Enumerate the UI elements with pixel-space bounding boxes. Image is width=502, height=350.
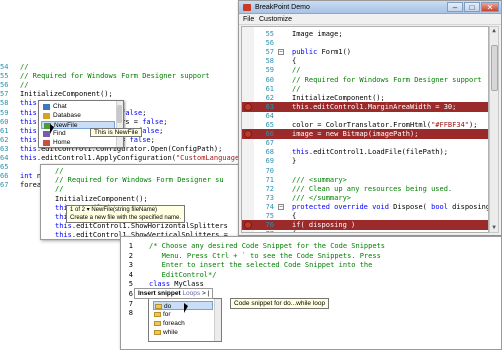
snippet-item-label: do <box>164 303 172 310</box>
code-line[interactable]: 77 { <box>242 229 488 232</box>
mouse-cursor-icon <box>184 303 188 313</box>
breakpoint-icon[interactable] <box>244 221 252 230</box>
line-number: 1 <box>128 242 133 250</box>
completion-scrollbar-thumb[interactable] <box>117 105 122 123</box>
member-icon <box>43 104 50 110</box>
line-number: 5 <box>128 280 133 289</box>
snippet-icon <box>154 330 161 335</box>
breakpoint-icon[interactable] <box>244 102 252 111</box>
line-number: 77 <box>256 229 274 232</box>
code-text: { <box>292 229 296 232</box>
snippet-item[interactable]: do <box>153 301 213 310</box>
app-icon <box>243 4 251 11</box>
maximize-button[interactable]: □ <box>464 2 480 12</box>
snippet-icon <box>154 321 161 326</box>
line-number: 2 <box>128 251 133 260</box>
menu-file[interactable]: File <box>243 14 254 25</box>
completion-item-label: Chat <box>53 103 67 110</box>
line-number: 67 <box>0 181 9 190</box>
collapse-icon[interactable]: − <box>278 203 284 210</box>
scrollbar-thumb[interactable] <box>491 45 498 91</box>
member-icon <box>43 113 50 119</box>
minimize-button[interactable]: – <box>447 2 463 12</box>
snippet-category[interactable]: Loops <box>182 290 200 297</box>
editor-panel-parameter-info[interactable]: //// Required for Windows Form Designer … <box>40 164 240 240</box>
overload-description: Create a new file with the specified nam… <box>70 215 182 221</box>
code-line[interactable]: 1 /* Choose any desired Code Snippet for … <box>121 241 501 251</box>
snippet-icon <box>155 304 162 309</box>
menu-bar: File Customize <box>239 14 501 25</box>
completion-item-label: Database <box>53 112 81 119</box>
mouse-cursor-icon <box>50 124 54 134</box>
scroll-up-icon[interactable]: ▲ <box>490 27 498 35</box>
line-number: 6 <box>128 290 133 298</box>
snippet-separator: > | <box>201 290 210 297</box>
code-text: EditControl*/ <box>149 270 217 279</box>
completion-item[interactable]: Database <box>41 112 115 120</box>
completion-tooltip: This is NewFile <box>90 128 143 137</box>
member-icon <box>43 131 50 137</box>
code-text: /* Choose any desired Code Snippet for t… <box>149 242 386 250</box>
vertical-scrollbar[interactable]: ▲ ▼ <box>489 26 499 233</box>
completion-scrollbar[interactable] <box>116 101 123 147</box>
line-number: 4 <box>128 270 133 279</box>
member-icon <box>43 140 50 146</box>
code-line[interactable]: 2 Menu. Press Ctrl + ` to see the Code S… <box>121 251 501 261</box>
snippet-item-label: for <box>163 311 171 318</box>
code-text: Menu. Press Ctrl + ` to see the Code Sni… <box>149 251 381 260</box>
snippet-item[interactable]: for <box>153 310 171 319</box>
completion-item-label: Home <box>53 139 71 146</box>
title-bar[interactable]: BreakPoint Demo – □ ✕ <box>239 1 501 14</box>
menu-customize[interactable]: Customize <box>259 14 292 25</box>
completion-item-label: NewFile <box>54 122 78 129</box>
snippet-item[interactable]: while <box>153 328 178 337</box>
line-number: 8 <box>128 309 133 318</box>
snippet-item[interactable]: foreach <box>153 319 185 328</box>
code-line[interactable]: 3 Enter to insert the selected Code Snip… <box>121 260 501 270</box>
code-text: forea <box>20 181 42 190</box>
snippet-icon <box>154 312 161 317</box>
code-text: Enter to insert the selected Code Snippe… <box>149 261 373 270</box>
collapse-icon[interactable]: − <box>278 49 284 56</box>
snippet-item-label: foreach <box>163 320 185 327</box>
insert-snippet-label: Insert snippet <box>138 290 181 297</box>
breakpoint-demo-window: BreakPoint Demo – □ ✕ File Customize 55 I… <box>238 0 502 236</box>
line-number: 7 <box>128 299 133 308</box>
window-title: BreakPoint Demo <box>255 4 310 11</box>
scroll-down-icon[interactable]: ▼ <box>490 224 498 232</box>
completion-item[interactable]: Chat <box>41 103 115 111</box>
completion-item-label: Find <box>53 130 66 137</box>
snippet-scrollbar[interactable] <box>214 299 221 341</box>
insert-snippet-header: Insert snippet Loops > | <box>134 288 214 299</box>
snippet-tooltip: Code snippet for do...while loop <box>230 298 330 309</box>
breakpoint-icon[interactable] <box>244 130 252 139</box>
close-button[interactable]: ✕ <box>481 2 499 12</box>
breakpoint-editor[interactable]: 55 Image image; 56 57 public Form1() −58{59//… <box>241 26 489 233</box>
overload-signature: 1 of 2 ▾ NewFile(string fileName) <box>70 207 158 213</box>
code-line[interactable]: 4 EditControl*/ <box>121 270 501 280</box>
snippet-item-label: while <box>163 329 178 336</box>
line-number: 3 <box>128 261 133 270</box>
parameter-info-tooltip: 1 of 2 ▾ NewFile(string fileName) Create… <box>66 205 186 223</box>
completion-item[interactable]: Home <box>41 139 115 147</box>
